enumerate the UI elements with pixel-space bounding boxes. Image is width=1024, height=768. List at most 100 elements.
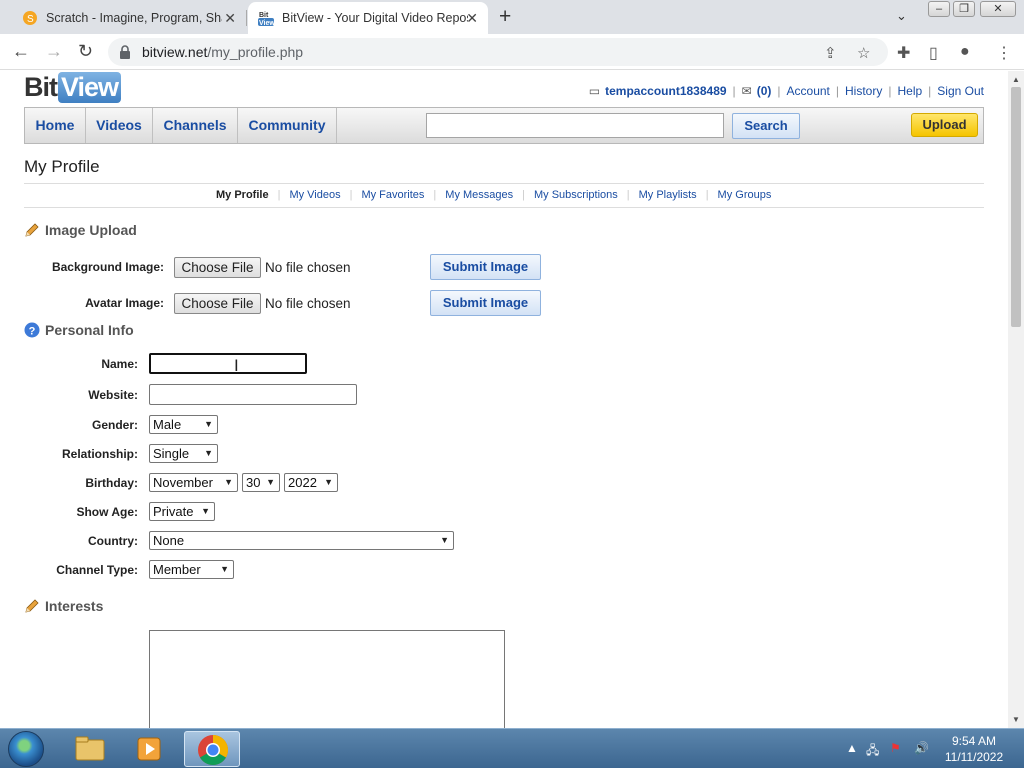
pencil-icon	[25, 223, 39, 237]
show-age-select[interactable]: Private ▼	[149, 502, 215, 521]
interests-textarea[interactable]	[149, 630, 505, 728]
close-icon[interactable]: ✕	[224, 10, 236, 27]
subnav-my-subscriptions[interactable]: My Subscriptions	[534, 189, 618, 201]
chrome-icon	[198, 735, 229, 766]
avatar-submit-image-button[interactable]: Submit Image	[430, 290, 541, 316]
search-input[interactable]	[426, 113, 724, 138]
logo-view: View	[58, 71, 122, 103]
account-link[interactable]: Account	[787, 84, 830, 98]
background-submit-image-button[interactable]: Submit Image	[430, 254, 541, 280]
search-button[interactable]: Search	[732, 113, 800, 139]
restore-icon[interactable]: ❐	[953, 1, 975, 17]
nav-channels[interactable]: Channels	[153, 108, 238, 143]
tab-divider	[246, 10, 247, 26]
divider: |	[777, 84, 781, 98]
profile-subnav: My Profile | My Videos | My Favorites | …	[24, 183, 984, 208]
mail-icon[interactable]: ✉	[742, 84, 752, 98]
scratch-icon: S	[23, 11, 37, 25]
name-input[interactable]	[149, 353, 307, 374]
taskbar-chrome[interactable]	[184, 731, 240, 767]
birthday-month-value: November	[153, 475, 213, 490]
background-image-label: Background Image:	[51, 260, 164, 274]
reload-icon[interactable]: ↻	[78, 41, 93, 62]
forward-arrow-icon[interactable]: →	[45, 41, 63, 62]
windows-start-icon[interactable]	[8, 731, 44, 767]
network-icon[interactable]: 🖧	[866, 741, 879, 762]
extensions-icon[interactable]: ✚	[897, 43, 910, 63]
website-input[interactable]	[149, 384, 357, 405]
divider: |	[888, 84, 892, 98]
chevron-down-icon[interactable]: ⌄	[896, 8, 907, 24]
birthday-year-value: 2022	[288, 475, 317, 490]
taskbar-explorer[interactable]	[62, 731, 118, 767]
relationship-value: Single	[153, 446, 190, 461]
name-label: Name:	[101, 357, 138, 371]
subnav-my-profile[interactable]: My Profile	[216, 189, 269, 201]
subnav-my-videos[interactable]: My Videos	[289, 189, 340, 201]
taskbar-media-player[interactable]	[122, 731, 178, 767]
back-arrow-icon[interactable]: ←	[12, 41, 30, 62]
minimize-icon[interactable]: –	[928, 1, 950, 17]
gender-select[interactable]: Male ▼	[149, 415, 218, 434]
browser-toolbar: ← → ↻ bitview.net/my_profile.php ⇪ ☆ ✚ ▯…	[0, 34, 1024, 70]
site-logo[interactable]: Bit View	[24, 71, 122, 103]
birthday-label: Birthday:	[85, 476, 138, 490]
subnav-my-favorites[interactable]: My Favorites	[361, 189, 424, 201]
birthday-year-select[interactable]: 2022 ▼	[284, 473, 338, 492]
user-icon: ▭	[588, 84, 601, 98]
nav-home[interactable]: Home	[25, 108, 86, 143]
chevron-down-icon: ▼	[201, 506, 210, 516]
menu-dots-icon[interactable]: ⋮	[996, 43, 1012, 63]
taskbar: ▲ 🖧 ⚑ 🔊 9:54 AM 11/11/2022	[0, 728, 1024, 768]
window-close-icon[interactable]: ✕	[980, 1, 1016, 17]
page-scrollbar[interactable]: ▲ ▼	[1008, 71, 1024, 728]
avatar-choose-file-button[interactable]: Choose File	[174, 293, 261, 314]
svg-text:S: S	[27, 14, 34, 25]
lock-icon	[120, 45, 130, 59]
background-file-status: No file chosen	[265, 260, 351, 275]
address-bar[interactable]: bitview.net/my_profile.php ⇪ ☆	[108, 38, 888, 66]
subnav-my-playlists[interactable]: My Playlists	[639, 189, 697, 201]
nav-community[interactable]: Community	[238, 108, 337, 143]
country-select[interactable]: None ▼	[149, 531, 454, 550]
username-link[interactable]: tempaccount1838489	[605, 84, 726, 98]
birthday-month-select[interactable]: November ▼	[149, 473, 238, 492]
scroll-down-icon[interactable]: ▼	[1012, 715, 1020, 724]
tab-title: Scratch - Imagine, Program, Share	[46, 11, 222, 25]
chevron-down-icon: ▼	[440, 535, 449, 545]
url-domain: bitview.net	[142, 44, 208, 60]
volume-icon[interactable]: 🔊	[914, 741, 929, 755]
subnav-my-groups[interactable]: My Groups	[718, 189, 772, 201]
tab-bitview[interactable]: Bit View BitView - Your Digital Video Rep…	[248, 2, 488, 34]
tray-expand-icon[interactable]: ▲	[846, 741, 858, 755]
new-tab-icon[interactable]: +	[499, 5, 511, 29]
pencil-icon	[25, 599, 39, 613]
side-panel-icon[interactable]: ▯	[929, 43, 938, 63]
profile-icon[interactable]: ●	[960, 43, 970, 61]
scroll-up-icon[interactable]: ▲	[1012, 75, 1020, 84]
upload-button[interactable]: Upload	[911, 113, 978, 137]
share-icon[interactable]: ⇪	[824, 44, 837, 62]
birthday-day-select[interactable]: 30 ▼	[242, 473, 280, 492]
history-link[interactable]: History	[845, 84, 882, 98]
media-player-icon	[137, 737, 161, 761]
tab-scratch[interactable]: S Scratch - Imagine, Program, Share ✕	[18, 2, 246, 34]
action-center-icon[interactable]: ⚑	[890, 741, 901, 755]
star-icon[interactable]: ☆	[857, 44, 870, 62]
relationship-select[interactable]: Single ▼	[149, 444, 218, 463]
channel-type-select[interactable]: Member ▼	[149, 560, 234, 579]
sign-out-link[interactable]: Sign Out	[937, 84, 984, 98]
divider: |	[928, 84, 932, 98]
show-age-value: Private	[153, 504, 194, 519]
divider: |	[732, 84, 736, 98]
help-link[interactable]: Help	[897, 84, 922, 98]
system-clock[interactable]: 9:54 AM 11/11/2022	[940, 733, 1008, 765]
subnav-my-messages[interactable]: My Messages	[445, 189, 513, 201]
nav-videos[interactable]: Videos	[86, 108, 153, 143]
message-count[interactable]: (0)	[757, 84, 772, 98]
background-choose-file-button[interactable]: Choose File	[174, 257, 261, 278]
logo-bit: Bit	[24, 71, 58, 102]
interests-heading: Interests	[24, 598, 103, 614]
close-icon[interactable]: ✕	[466, 10, 478, 27]
scrollbar-thumb[interactable]	[1011, 87, 1021, 327]
